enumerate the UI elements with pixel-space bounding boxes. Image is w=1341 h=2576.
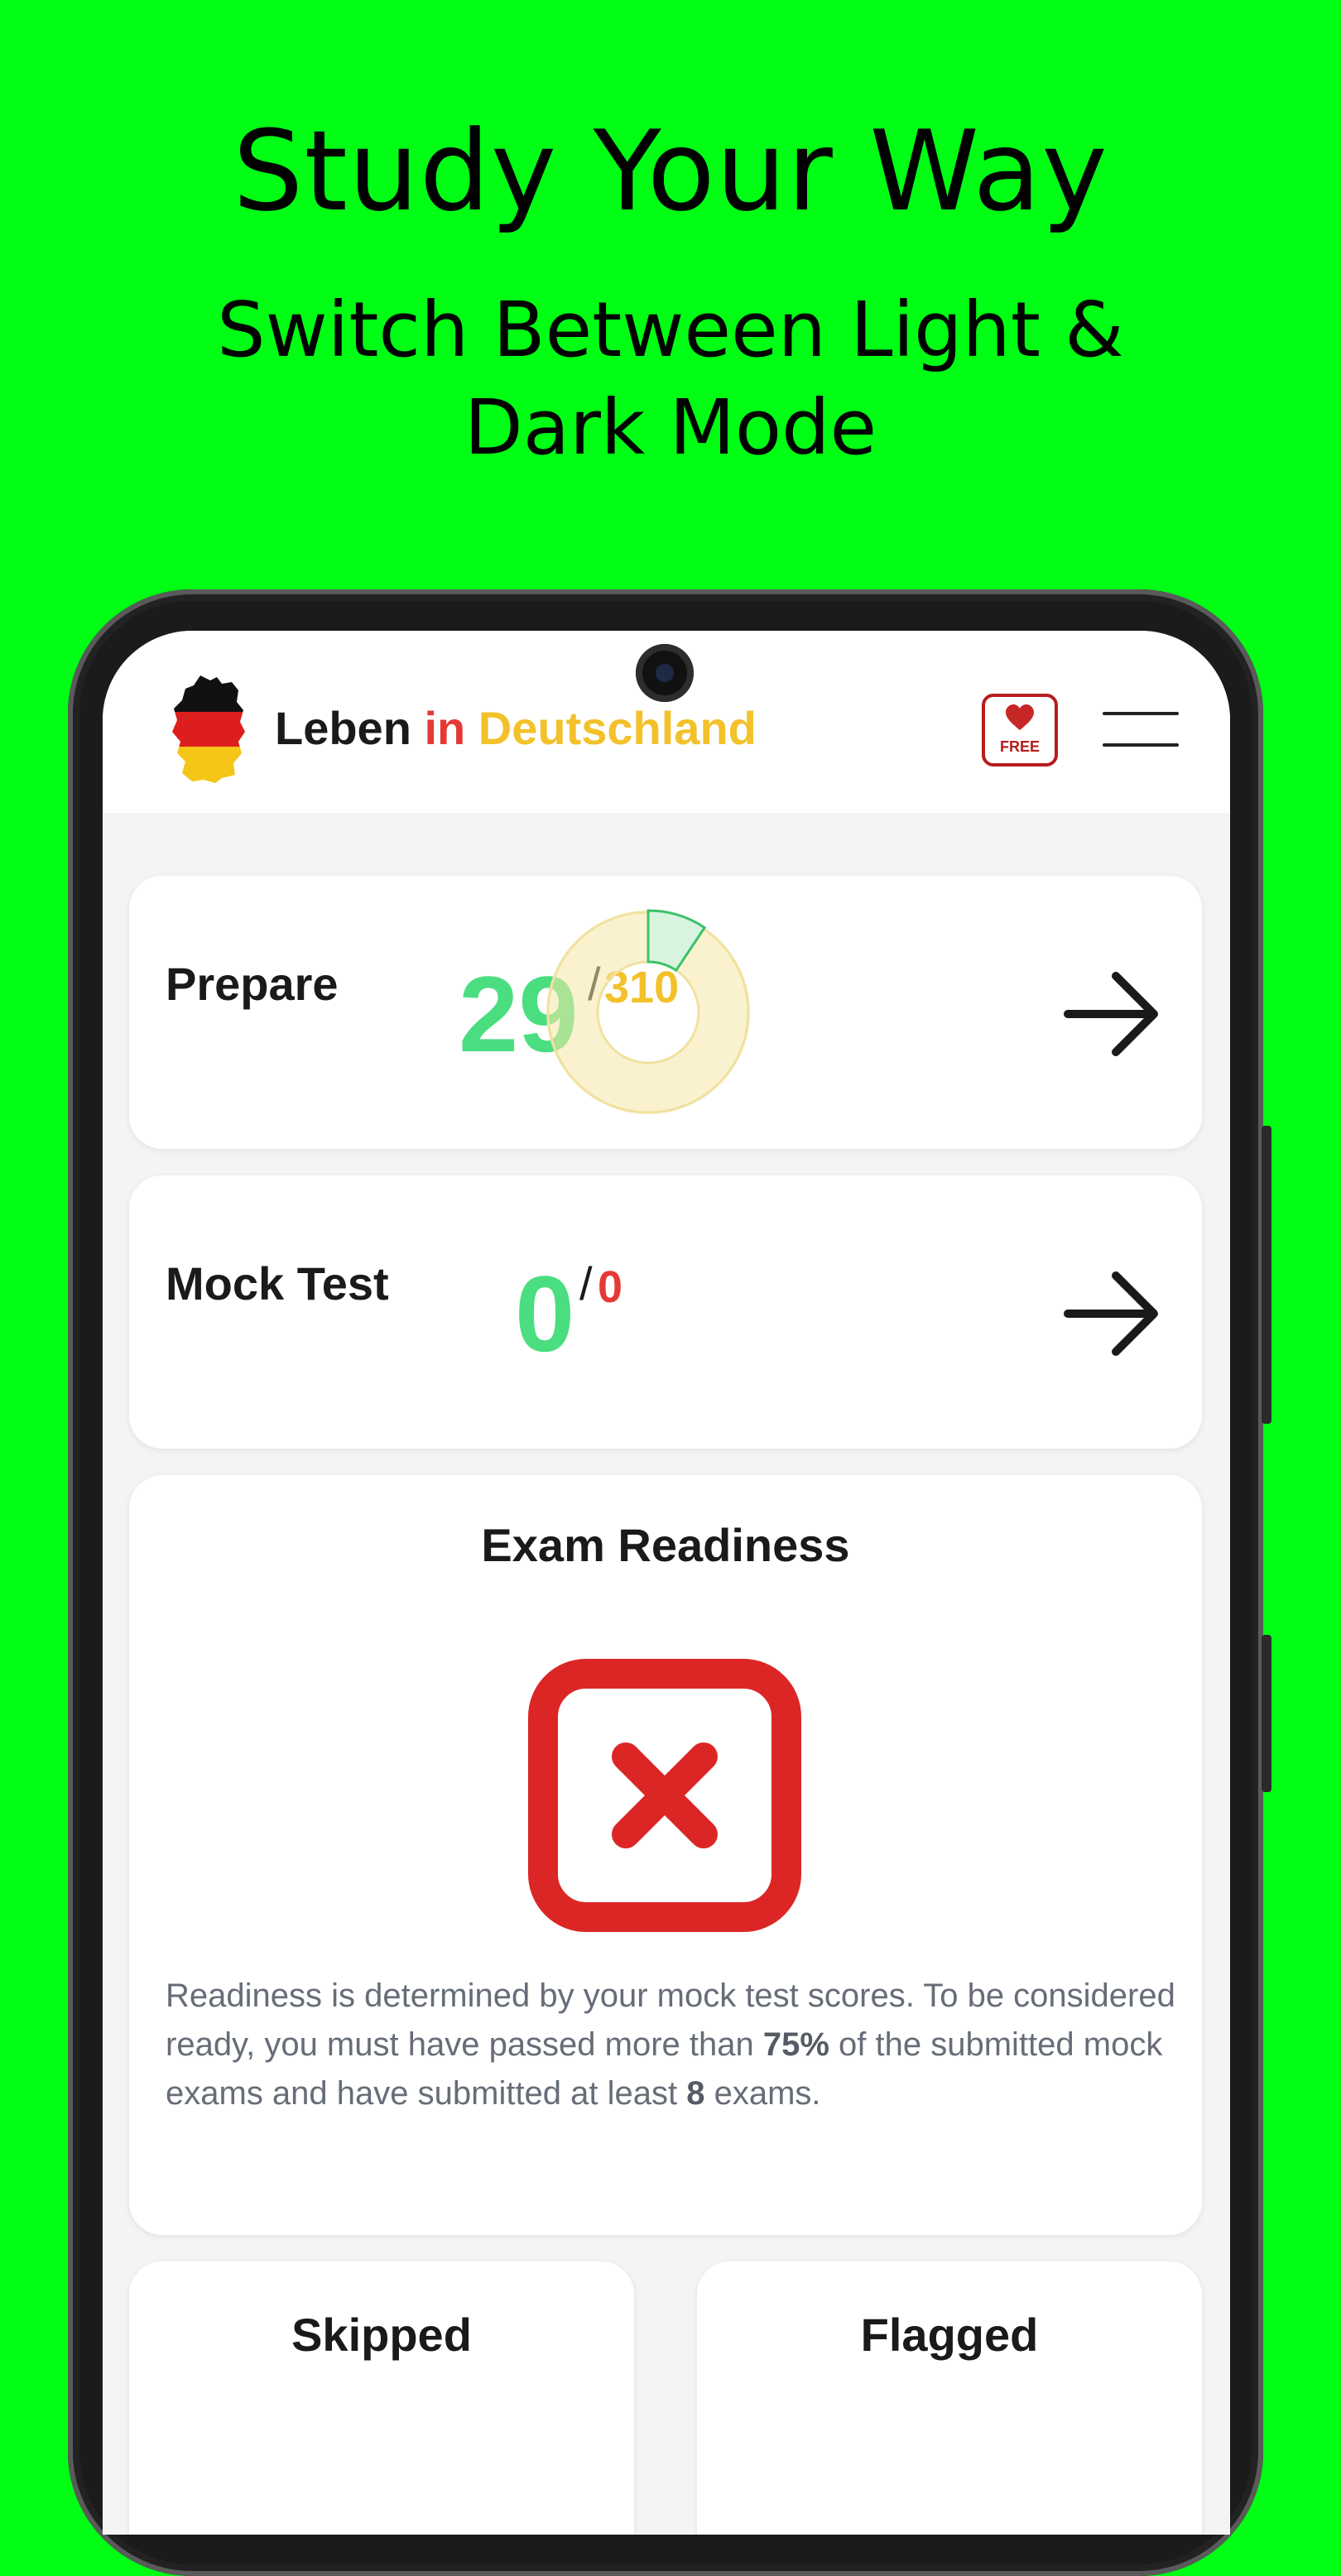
promo-subheadline: Switch Between Light & Dark Mode (217, 286, 1124, 472)
mock-test-card[interactable]: Mock Test 0 / 0 (129, 1175, 1202, 1449)
flagged-label: Flagged (860, 2309, 1039, 2361)
skipped-label: Skipped (291, 2309, 472, 2361)
promo-headline: Study Your Way (233, 107, 1108, 236)
app-title-leben: Leben (275, 702, 425, 754)
exam-readiness-description: Readiness is determined by your mock tes… (166, 1972, 1184, 2118)
free-label: FREE (999, 738, 1040, 755)
mock-test-slash: / (579, 1257, 593, 1310)
mock-test-done-count: 0 (515, 1253, 575, 1374)
mock-test-label: Mock Test (166, 1257, 389, 1310)
heart-free-icon (1006, 704, 1034, 731)
app-screen: Leben in Deutschland FREE Prepare 29 / 3… (103, 631, 1230, 2535)
mock-test-total: 0 (598, 1262, 623, 1312)
menu-line-icon (1103, 712, 1179, 715)
phone-side-button (1262, 1635, 1271, 1792)
phone-side-button (1262, 1126, 1271, 1424)
hamburger-menu-button[interactable] (1103, 710, 1179, 748)
arrow-right-icon[interactable] (1063, 968, 1162, 1060)
menu-line-icon (1103, 743, 1179, 747)
front-camera (636, 644, 694, 702)
germany-flag-map-icon (172, 675, 245, 783)
readiness-threshold-percent: 75% (762, 2026, 829, 2063)
prepare-label: Prepare (166, 958, 339, 1010)
app-title-in: in (424, 702, 478, 754)
prepare-card[interactable]: Prepare 29 / 310 (129, 876, 1202, 1149)
app-title-deutschland: Deutschland (478, 702, 757, 754)
flagged-card[interactable]: Flagged (697, 2261, 1202, 2535)
exam-readiness-title: Exam Readiness (481, 1519, 850, 1571)
prepare-progress-donut (546, 909, 750, 1114)
app-title: Leben in Deutschland (275, 701, 757, 755)
readiness-text-part: exams. (704, 2075, 821, 2112)
x-square-icon (528, 1659, 801, 1932)
readiness-min-exams: 8 (686, 2075, 705, 2112)
arrow-right-icon[interactable] (1063, 1268, 1162, 1359)
skipped-card[interactable]: Skipped (129, 2261, 634, 2535)
free-button[interactable]: FREE (982, 694, 1058, 767)
exam-readiness-card: Exam Readiness Readiness is determined b… (129, 1475, 1202, 2235)
